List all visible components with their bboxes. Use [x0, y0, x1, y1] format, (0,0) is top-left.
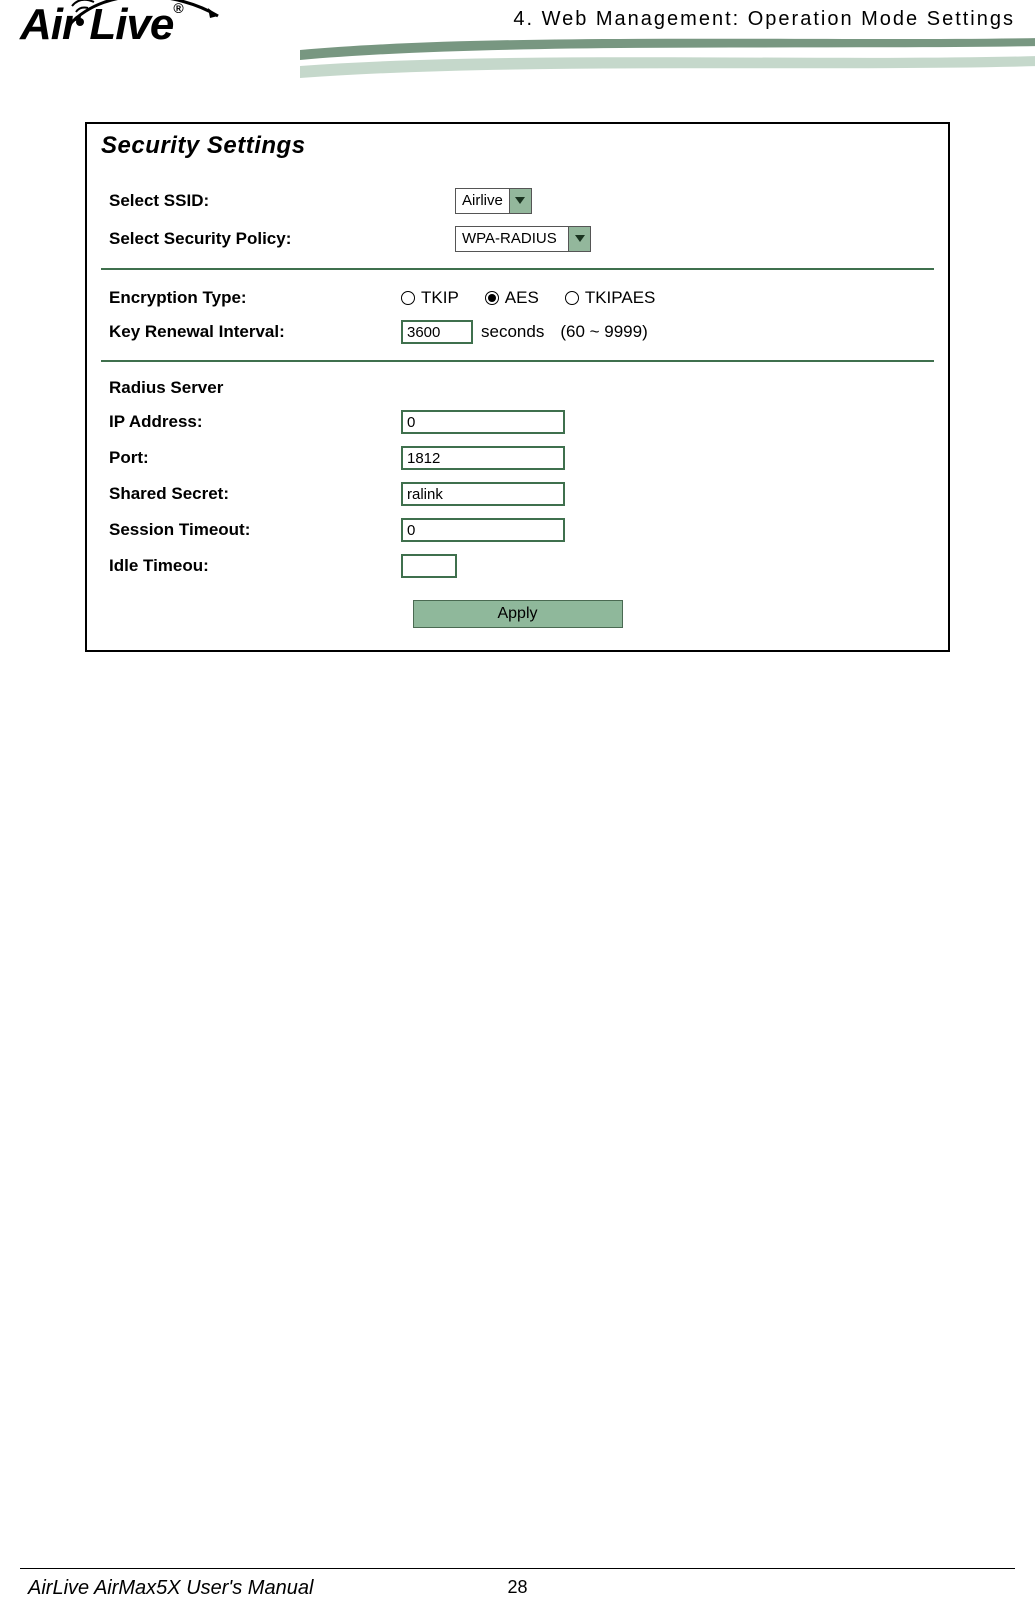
logo-arc-icon	[68, 0, 228, 30]
radio-tkipaes-label: TKIPAES	[585, 288, 656, 308]
radio-dot-icon	[401, 291, 415, 305]
radius-legend: Radius Server	[101, 374, 934, 404]
radio-dot-icon	[565, 291, 579, 305]
policy-select-value: WPA-RADIUS	[456, 227, 568, 251]
page-footer: 28 AirLive AirMax5X User's Manual	[0, 1568, 1035, 1603]
policy-label: Select Security Policy:	[101, 229, 401, 249]
row-encryption-type: Encryption Type: TKIP AES TKIPAES	[101, 282, 934, 314]
secret-label: Shared Secret:	[101, 484, 401, 504]
ssid-select[interactable]: Airlive	[455, 188, 532, 214]
ssid-select-value: Airlive	[456, 189, 509, 213]
chapter-label: 4. Web Management: Operation Mode Settin…	[513, 8, 1015, 31]
radio-aes[interactable]: AES	[485, 288, 539, 308]
divider	[101, 268, 934, 270]
encryption-label: Encryption Type:	[101, 288, 401, 308]
secret-input[interactable]	[401, 482, 565, 506]
session-input[interactable]	[401, 518, 565, 542]
idle-input[interactable]	[401, 554, 457, 578]
security-settings-panel: Security Settings Select SSID: Airlive S…	[85, 122, 950, 652]
session-label: Session Timeout:	[101, 520, 401, 540]
port-input[interactable]	[401, 446, 565, 470]
radio-dot-icon	[485, 291, 499, 305]
row-select-ssid: Select SSID: Airlive	[101, 182, 934, 220]
radio-aes-label: AES	[505, 288, 539, 308]
key-renewal-range: (60 ~ 9999)	[560, 322, 647, 342]
apply-button[interactable]: Apply	[413, 600, 623, 628]
row-session-timeout: Session Timeout:	[101, 512, 934, 548]
idle-label: Idle Timeou:	[101, 556, 401, 576]
page-header: 4. Web Management: Operation Mode Settin…	[0, 0, 1035, 110]
ip-label: IP Address:	[101, 412, 401, 432]
row-ip-address: IP Address:	[101, 404, 934, 440]
panel-title: Security Settings	[101, 132, 934, 160]
chevron-down-icon	[568, 227, 590, 251]
policy-select[interactable]: WPA-RADIUS	[455, 226, 591, 252]
key-renewal-unit: seconds	[481, 322, 544, 342]
row-idle-timeout: Idle Timeou:	[101, 548, 934, 584]
ip-input[interactable]	[401, 410, 565, 434]
row-security-policy: Select Security Policy: WPA-RADIUS	[101, 220, 934, 258]
manual-title: AirLive AirMax5X User's Manual	[28, 1577, 313, 1600]
key-renewal-input[interactable]	[401, 320, 473, 344]
radio-tkip[interactable]: TKIP	[401, 288, 459, 308]
row-key-renewal: Key Renewal Interval: seconds (60 ~ 9999…	[101, 314, 934, 350]
row-shared-secret: Shared Secret:	[101, 476, 934, 512]
chevron-down-icon	[509, 189, 531, 213]
radio-tkipaes[interactable]: TKIPAES	[565, 288, 656, 308]
row-port: Port:	[101, 440, 934, 476]
port-label: Port:	[101, 448, 401, 468]
header-swoosh-icon	[300, 32, 1035, 92]
airlive-logo: Air Live®	[20, 0, 183, 50]
divider	[101, 360, 934, 362]
radio-tkip-label: TKIP	[421, 288, 459, 308]
footer-rule	[20, 1568, 1015, 1569]
key-renewal-label: Key Renewal Interval:	[101, 322, 401, 342]
ssid-label: Select SSID:	[101, 191, 401, 211]
